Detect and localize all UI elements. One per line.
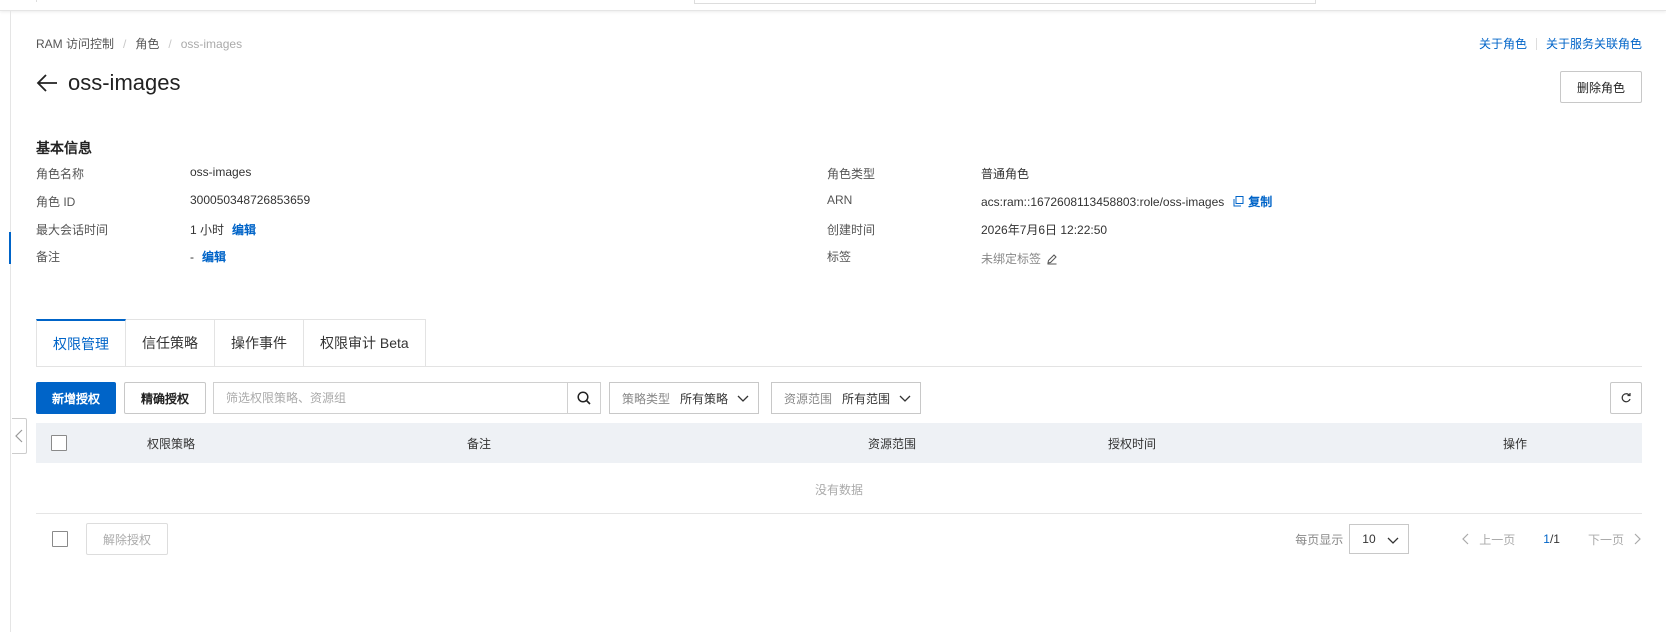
permissions-table: 权限策略 备注 资源范围 授权时间 操作 没有数据 (36, 423, 1642, 514)
current-page: 1 (1543, 532, 1550, 546)
max-session-row: 1 小时 编辑 (190, 221, 256, 238)
arn-value: acs:ram::1672608113458803:role/oss-image… (981, 194, 1225, 209)
breadcrumb-separator: / (123, 36, 127, 51)
role-id-label: 角色 ID (36, 195, 76, 209)
select-all-footer-checkbox[interactable] (52, 531, 68, 547)
tab-trust-policy[interactable]: 信任策略 (126, 319, 215, 367)
tags-label: 标签 (827, 250, 852, 264)
title-row: oss-images (36, 70, 180, 96)
role-name-label: 角色名称 (36, 167, 85, 181)
created-label: 创建时间 (827, 223, 876, 237)
prev-page-label: 上一页 (1479, 532, 1516, 547)
column-header-granted-time: 授权时间 (1108, 437, 1157, 451)
about-role-link[interactable]: 关于角色 (1479, 35, 1527, 52)
arn-row: acs:ram::1672608113458803:role/oss-image… (981, 193, 1272, 210)
precise-grant-button[interactable]: 精确授权 (124, 382, 206, 414)
tab-events[interactable]: 操作事件 (215, 319, 304, 367)
resource-scope-label: 资源范围 (784, 391, 833, 406)
policy-type-label: 策略类型 (622, 391, 671, 406)
global-search-stub[interactable] (694, 0, 1316, 4)
note-value: - (190, 249, 194, 264)
edit-note-link[interactable]: 编辑 (202, 248, 226, 265)
table-footer: 解除授权 每页显示 10 上一页 1/1 下一页 (36, 523, 1642, 555)
topbar-left-stub[interactable] (0, 0, 37, 2)
note-row: - 编辑 (190, 248, 226, 265)
left-rail-active-mark (9, 232, 11, 264)
arn-label: ARN (827, 193, 853, 207)
policy-type-select[interactable]: 策略类型 所有策略 (609, 382, 759, 414)
tags-row: 未绑定标签 (981, 250, 1058, 267)
page-indicator: 1/1 (1543, 532, 1560, 546)
chevron-down-icon (899, 395, 911, 402)
revoke-button[interactable]: 解除授权 (86, 523, 168, 555)
search-box (213, 382, 601, 414)
policy-type-value: 所有策略 (680, 391, 729, 406)
toolbar: 新增授权 精确授权 策略类型 所有策略 资源范围 所有范围 (36, 382, 1642, 414)
add-grant-button[interactable]: 新增授权 (36, 382, 116, 414)
chevron-down-icon (737, 395, 749, 402)
role-type-label: 角色类型 (827, 167, 876, 181)
delete-role-button[interactable]: 删除角色 (1560, 71, 1642, 103)
back-arrow-icon[interactable] (36, 71, 60, 95)
breadcrumb-item-roles[interactable]: 角色 (135, 35, 159, 52)
chevron-left-icon (15, 429, 23, 443)
resource-scope-value: 所有范围 (842, 391, 891, 406)
page-size-label: 每页显示 (1295, 532, 1344, 547)
help-links: 关于角色 关于服务关联角色 (1479, 35, 1642, 52)
page-size-select[interactable]: 10 (1349, 524, 1410, 554)
pagination: 每页显示 10 上一页 1/1 下一页 (1295, 523, 1642, 555)
tabs-divider (36, 366, 1642, 367)
next-page-label: 下一页 (1587, 532, 1624, 547)
max-session-label: 最大会话时间 (36, 223, 109, 237)
edit-session-link[interactable]: 编辑 (232, 221, 256, 238)
column-header-scope: 资源范围 (868, 437, 917, 451)
top-navbar: 工具 (0, 0, 1666, 11)
search-input[interactable] (214, 383, 567, 413)
sidebar-collapse-button[interactable] (12, 418, 27, 454)
section-title-basic-info: 基本信息 (36, 140, 92, 156)
tags-value: 未绑定标签 (981, 252, 1042, 266)
created-value: 2026年7月6日 12:22:50 (981, 223, 1108, 237)
page-title: oss-images (68, 70, 181, 95)
chevron-right-icon (1634, 533, 1641, 545)
breadcrumb-item-ram[interactable]: RAM 访问控制 (36, 35, 114, 52)
topbar-right-stub[interactable]: 工具 (1616, 0, 1666, 3)
copy-arn-link[interactable]: 复制 (1248, 193, 1272, 210)
prev-page-button[interactable]: 上一页 (1461, 531, 1515, 548)
tab-permissions[interactable]: 权限管理 (36, 319, 126, 367)
role-type-value: 普通角色 (981, 167, 1030, 181)
edit-pencil-icon[interactable] (1046, 253, 1058, 265)
tab-audit[interactable]: 权限审计 Beta (304, 319, 426, 367)
link-divider (1535, 37, 1537, 50)
breadcrumb-current: oss-images (180, 36, 243, 51)
column-header-policy: 权限策略 (147, 437, 196, 451)
next-page-button[interactable]: 下一页 (1588, 531, 1642, 548)
tab-bar: 权限管理 信任策略 操作事件 权限审计 Beta (36, 319, 426, 367)
note-label: 备注 (36, 250, 61, 264)
total-pages: /1 (1549, 532, 1560, 546)
refresh-icon (1621, 393, 1631, 403)
search-icon (577, 391, 591, 405)
resource-scope-select[interactable]: 资源范围 所有范围 (771, 382, 921, 414)
chevron-down-icon (1387, 537, 1399, 544)
table-empty-row: 没有数据 (36, 463, 1642, 514)
role-id-value: 300050348726853659 (190, 193, 311, 207)
refresh-button[interactable] (1610, 382, 1642, 414)
column-header-actions: 操作 (1503, 437, 1528, 451)
select-all-checkbox[interactable] (51, 435, 67, 451)
table-header: 权限策略 备注 资源范围 授权时间 操作 (36, 423, 1642, 463)
page-size-value: 10 (1362, 532, 1376, 546)
chevron-left-icon (1462, 533, 1469, 545)
about-service-role-link[interactable]: 关于服务关联角色 (1546, 35, 1642, 52)
search-button[interactable] (567, 383, 600, 413)
column-header-note: 备注 (467, 437, 492, 451)
left-rail (10, 10, 11, 632)
empty-text: 没有数据 (814, 483, 863, 497)
copy-icon[interactable] (1233, 196, 1244, 207)
breadcrumb: RAM 访问控制 / 角色 / oss-images (36, 35, 242, 52)
role-name-value: oss-images (190, 165, 252, 179)
breadcrumb-separator: / (168, 36, 172, 51)
max-session-value: 1 小时 (190, 223, 225, 237)
